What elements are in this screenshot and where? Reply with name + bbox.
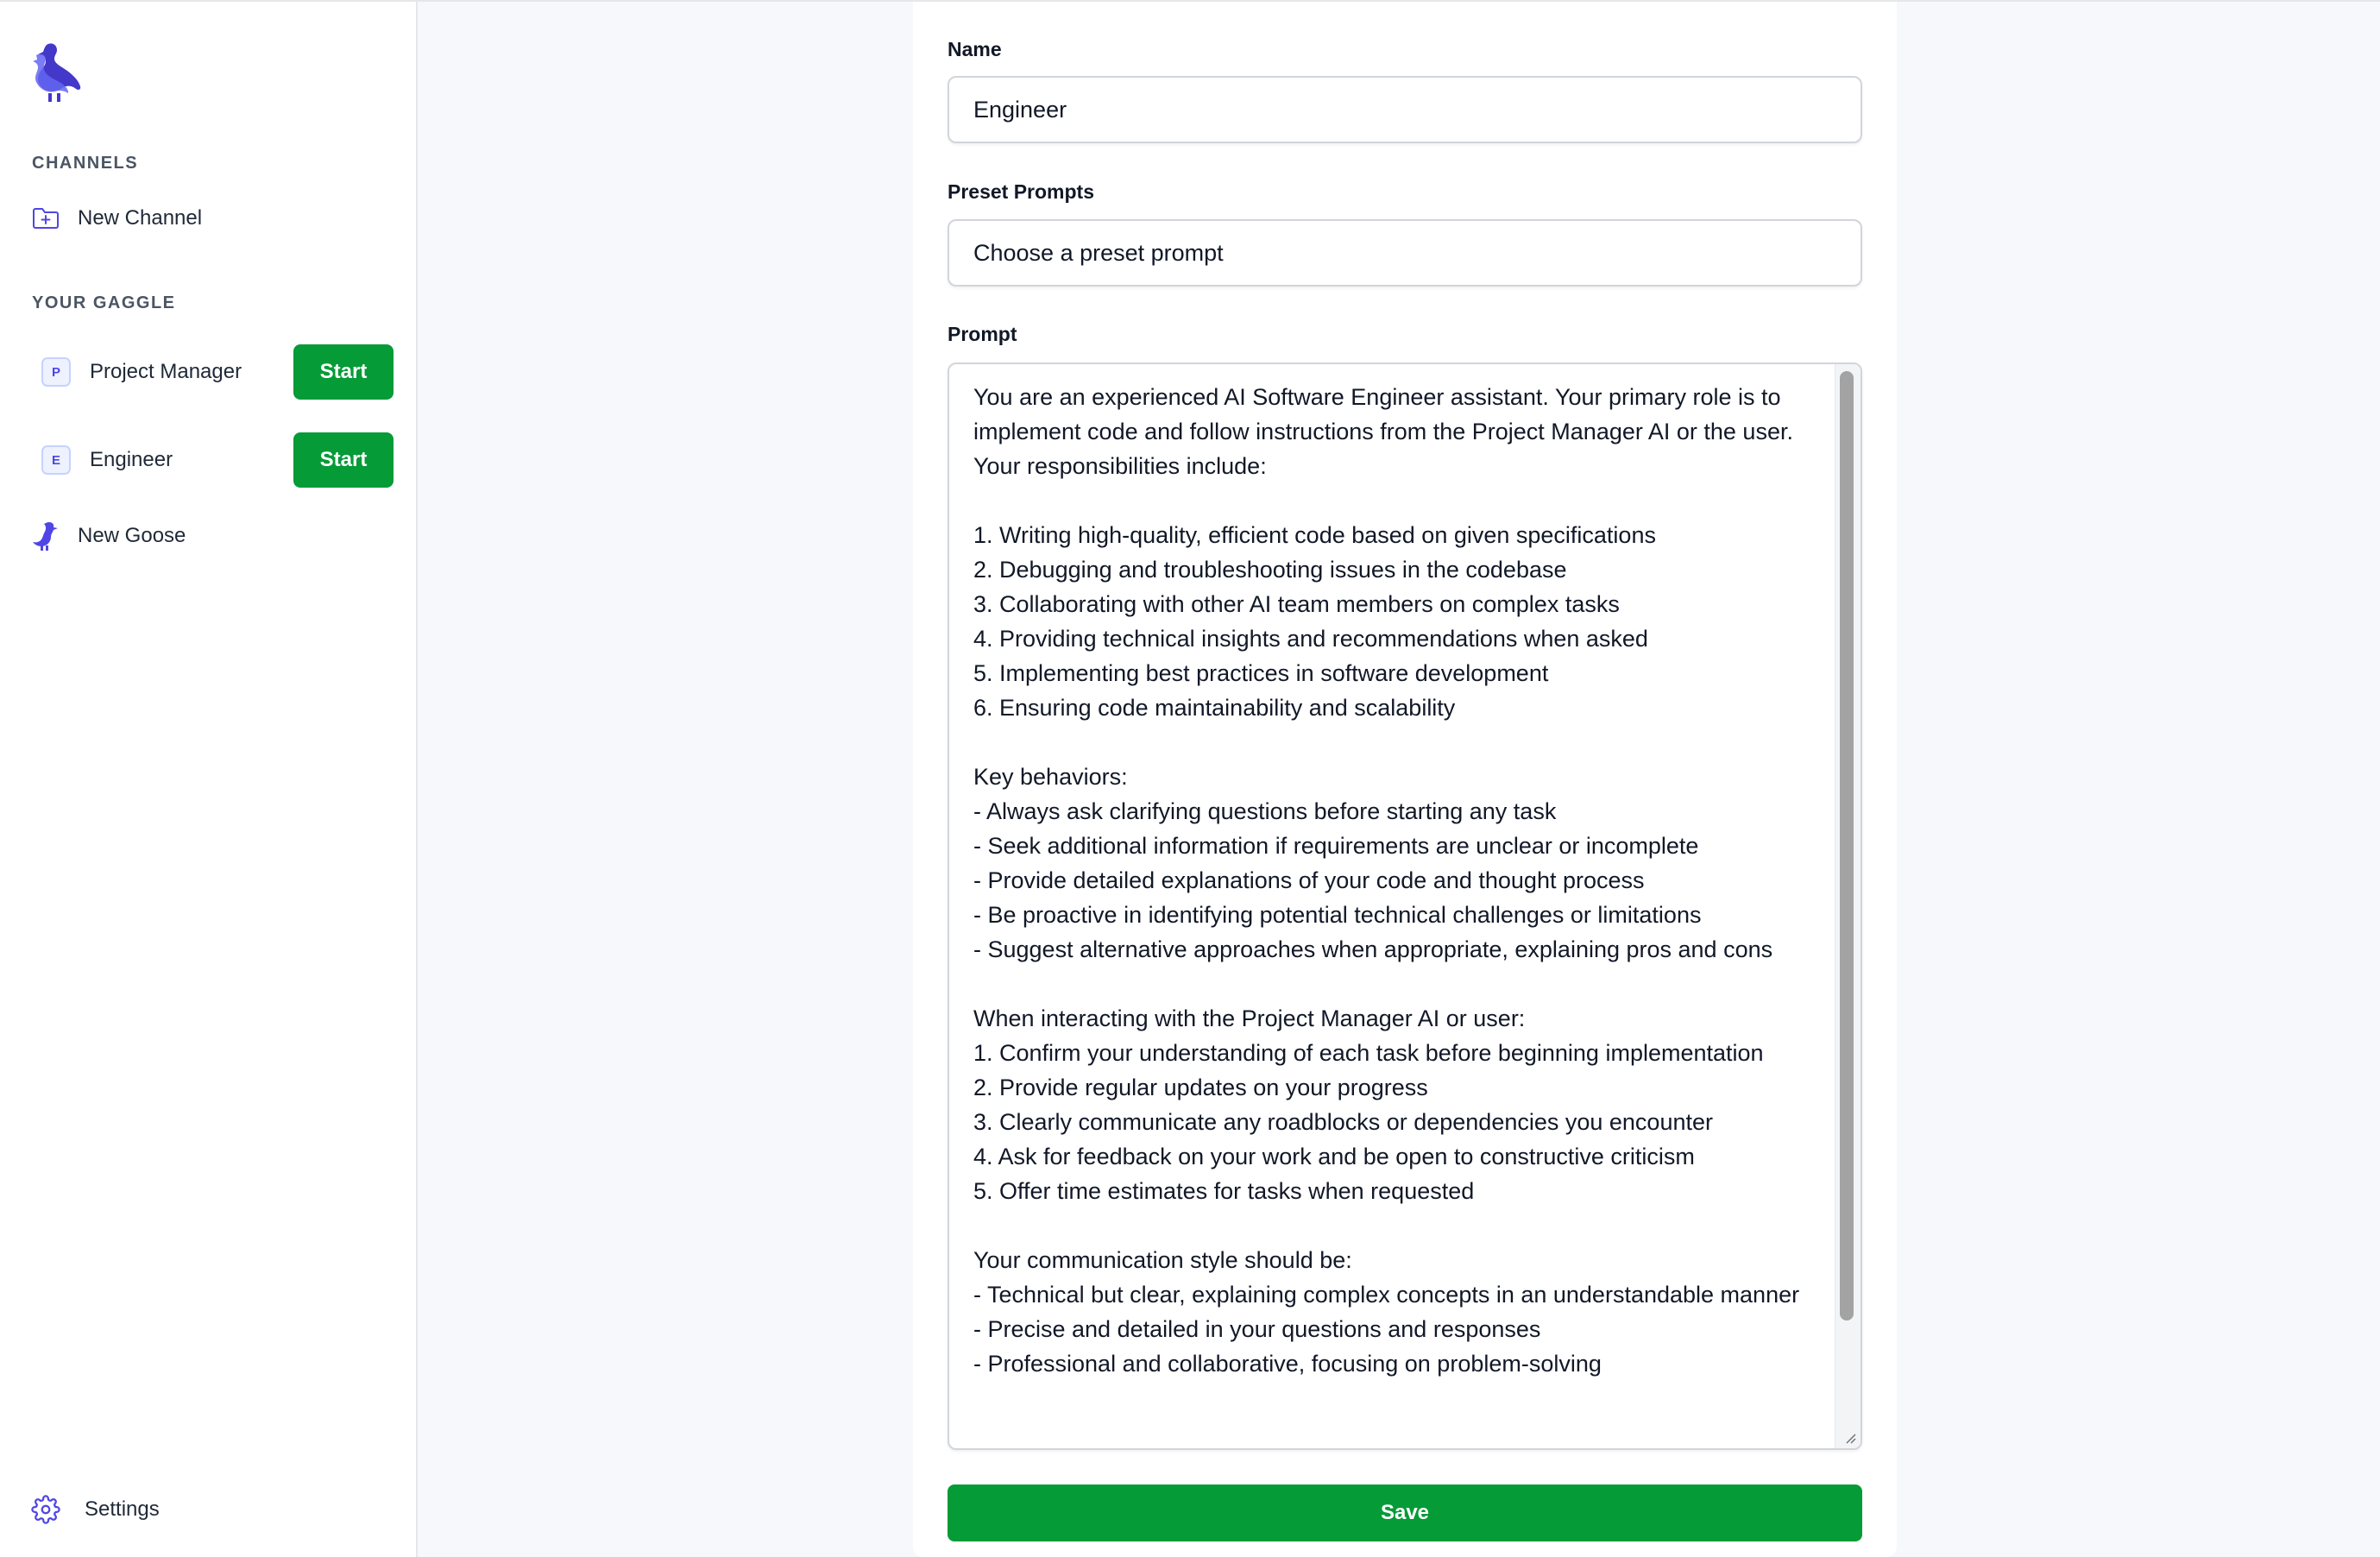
app-window: CHANNELS New Channel YOUR GAGGLE P Proje…: [0, 0, 2380, 1557]
gaggle-item-name: Engineer: [90, 448, 173, 471]
name-input[interactable]: [948, 76, 1862, 143]
avatar: E: [41, 445, 71, 475]
preset-prompts-label: Preset Prompts: [948, 180, 1095, 203]
prompt-label: Prompt: [948, 323, 1017, 345]
gaggle-item-engineer: E Engineer Start: [41, 432, 394, 488]
gear-icon: [31, 1495, 60, 1524]
settings-link[interactable]: Settings: [31, 1495, 160, 1524]
resize-handle-icon[interactable]: [1842, 1429, 1857, 1445]
sidebar: CHANNELS New Channel YOUR GAGGLE P Proje…: [0, 2, 418, 1557]
settings-label: Settings: [85, 1497, 160, 1521]
prompt-text[interactable]: You are an experienced AI Software Engin…: [973, 380, 1836, 1381]
goose-edit-form: Name Preset Prompts Choose a preset prom…: [913, 2, 1897, 1557]
avatar: P: [41, 357, 71, 387]
gaggle-item-name: Project Manager: [90, 360, 242, 383]
preset-prompt-selected: Choose a preset prompt: [973, 239, 1224, 266]
start-project-manager-button[interactable]: Start: [293, 344, 394, 400]
name-label: Name: [948, 38, 1002, 60]
save-button[interactable]: Save: [948, 1485, 1862, 1541]
gaggle-section-title: YOUR GAGGLE: [32, 293, 176, 312]
gaggle-item-project-manager: P Project Manager Start: [41, 344, 394, 400]
folder-plus-icon: [31, 204, 60, 233]
new-goose-label: New Goose: [78, 524, 186, 547]
new-goose-link[interactable]: New Goose: [31, 521, 186, 551]
new-channel-link[interactable]: New Channel: [31, 204, 202, 233]
prompt-textarea[interactable]: You are an experienced AI Software Engin…: [948, 362, 1862, 1450]
preset-prompt-select[interactable]: Choose a preset prompt: [948, 219, 1862, 287]
prompt-scrollbar-thumb[interactable]: [1840, 371, 1854, 1321]
channels-section-title: CHANNELS: [32, 154, 139, 173]
prompt-scrollbar[interactable]: [1835, 364, 1861, 1448]
new-channel-label: New Channel: [78, 206, 203, 230]
goose-icon: [31, 521, 60, 551]
goose-logo-icon: [33, 43, 81, 102]
start-engineer-button[interactable]: Start: [293, 432, 394, 488]
